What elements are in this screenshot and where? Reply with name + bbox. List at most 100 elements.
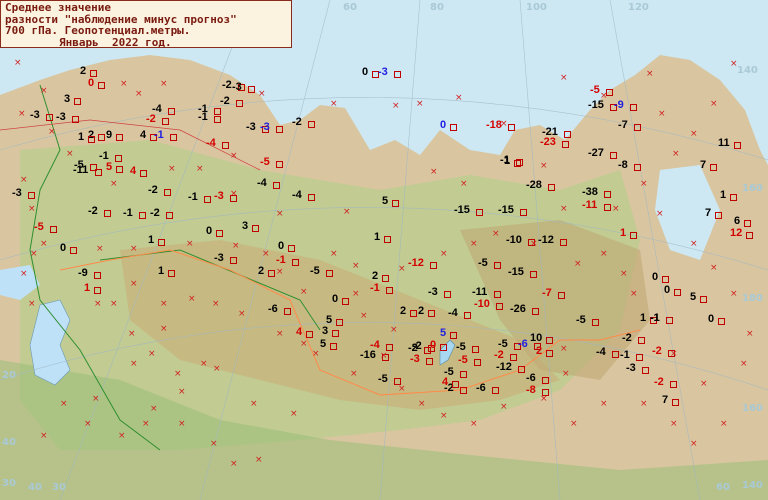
station-cross-icon: ×	[178, 387, 186, 397]
station-marker	[718, 318, 725, 325]
station-cross-icon: ×	[110, 299, 118, 309]
coord-label: 80	[430, 2, 444, 13]
observation-value: -2	[150, 207, 160, 219]
station-cross-icon: ×	[196, 164, 204, 174]
observation-value: -7	[542, 287, 552, 299]
observation-value: -8	[526, 384, 536, 396]
station-marker	[204, 196, 211, 203]
observation-value: -4	[292, 189, 302, 201]
coord-label: 60	[716, 482, 730, 493]
station-cross-icon: ×	[30, 249, 38, 259]
observation-value: -8	[618, 159, 628, 171]
station-marker	[746, 232, 753, 239]
station-cross-icon: ×	[210, 439, 218, 449]
station-marker	[330, 343, 337, 350]
observation-value: -6	[476, 382, 486, 394]
observation-value: -11	[73, 164, 89, 176]
station-cross-icon: ×	[700, 379, 708, 389]
observation-value: -6	[268, 303, 278, 315]
observation-value: -5	[478, 257, 488, 269]
observation-value: 11	[718, 137, 730, 149]
station-cross-icon: ×	[20, 175, 28, 185]
observation-value: 0	[206, 225, 213, 237]
station-cross-icon: ×	[730, 59, 738, 69]
station-cross-icon: ×	[416, 99, 424, 109]
station-cross-icon: ×	[570, 419, 578, 429]
observation-value: 3	[322, 325, 329, 337]
observation-value: -15	[508, 266, 524, 278]
station-marker	[474, 359, 481, 366]
station-cross-icon: ×	[130, 244, 138, 254]
observation-value: 5	[690, 291, 697, 303]
observation-value: 4	[140, 129, 147, 141]
observation-value: -12	[408, 257, 424, 269]
station-marker	[94, 272, 101, 279]
observation-value: 0	[440, 119, 447, 131]
station-marker	[168, 270, 175, 277]
observation-value: -3	[30, 109, 40, 121]
station-marker	[532, 308, 539, 315]
station-marker	[642, 367, 649, 374]
station-cross-icon: ×	[135, 89, 143, 99]
observation-value: 3	[242, 220, 249, 232]
station-marker	[70, 247, 77, 254]
station-marker	[700, 296, 707, 303]
station-marker	[164, 189, 171, 196]
observation-value: -1	[650, 312, 660, 324]
station-cross-icon: ×	[28, 299, 36, 309]
station-marker	[98, 82, 105, 89]
station-cross-icon: ×	[84, 419, 92, 429]
station-cross-icon: ×	[258, 89, 266, 99]
station-marker	[430, 262, 437, 269]
station-marker	[672, 399, 679, 406]
observation-value: 10	[530, 332, 543, 344]
station-cross-icon: ×	[630, 289, 638, 299]
coord-label: 140	[742, 480, 763, 491]
station-cross-icon: ×	[120, 79, 128, 89]
station-cross-icon: ×	[48, 127, 56, 137]
observation-value: 4	[130, 165, 137, 177]
station-marker	[248, 86, 255, 93]
station-marker	[674, 289, 681, 296]
station-marker	[168, 108, 175, 115]
station-marker	[288, 245, 295, 252]
legend-line: Среднее значение	[5, 1, 111, 14]
station-marker	[115, 155, 122, 162]
station-cross-icon: ×	[212, 299, 220, 309]
station-cross-icon: ×	[360, 311, 368, 321]
station-cross-icon: ×	[710, 99, 718, 109]
station-cross-icon: ×	[312, 349, 320, 359]
station-marker	[494, 262, 501, 269]
station-marker	[508, 124, 515, 131]
station-cross-icon: ×	[92, 394, 100, 404]
station-cross-icon: ×	[60, 399, 68, 409]
observation-value: -9	[614, 99, 624, 111]
observation-value: -1	[620, 349, 630, 361]
station-cross-icon: ×	[178, 419, 186, 429]
coord-label: 40	[2, 437, 16, 448]
station-marker	[546, 337, 553, 344]
station-marker	[630, 232, 637, 239]
station-cross-icon: ×	[460, 179, 468, 189]
station-marker	[94, 287, 101, 294]
weather-map: 60 80 100 120 140 160 180 160 140 40 30 …	[0, 0, 768, 500]
observation-value: 1	[148, 234, 155, 246]
station-marker	[548, 184, 555, 191]
station-marker	[510, 354, 517, 361]
station-marker	[592, 319, 599, 326]
station-marker	[342, 298, 349, 305]
station-cross-icon: ×	[262, 249, 270, 259]
station-cross-icon: ×	[430, 167, 438, 177]
station-cross-icon: ×	[392, 101, 400, 111]
station-marker	[170, 134, 177, 141]
station-marker	[386, 344, 393, 351]
station-marker	[116, 166, 123, 173]
station-marker	[472, 346, 479, 353]
station-cross-icon: ×	[646, 69, 654, 79]
station-marker	[530, 271, 537, 278]
station-cross-icon: ×	[28, 204, 36, 214]
observation-value: 5	[440, 327, 447, 339]
station-marker	[230, 257, 237, 264]
station-cross-icon: ×	[130, 279, 138, 289]
observation-value: -1	[276, 254, 286, 266]
